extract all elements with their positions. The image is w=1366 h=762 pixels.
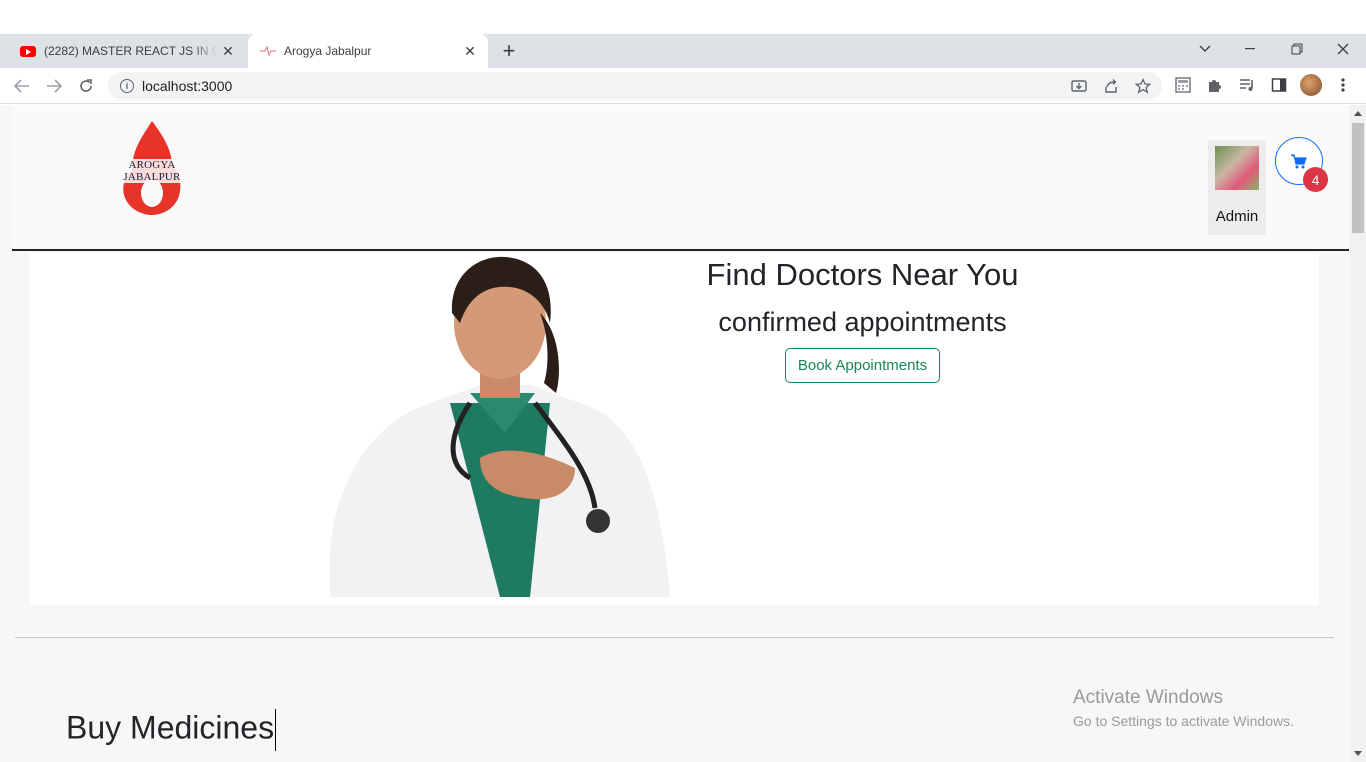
hero-subtitle: confirmed appointments (718, 307, 1007, 337)
site-header: AROGYA JABALPUR Admin 4 (12, 105, 1349, 251)
tab-bar: (2282) MASTER REACT JS IN ONE VIDEO ✕ Ar… (0, 34, 1366, 68)
restore-icon[interactable] (1274, 34, 1320, 64)
arogya-favicon (260, 43, 276, 59)
menu-kebab-icon[interactable] (1332, 74, 1354, 96)
profile-avatar[interactable] (1300, 74, 1322, 96)
new-tab-plus-icon[interactable]: + (498, 38, 520, 63)
address-bar: i localhost:3000 (0, 68, 1366, 104)
install-app-icon[interactable] (1068, 75, 1090, 97)
media-queue-icon[interactable] (1236, 74, 1258, 96)
scroll-down-arrow-icon[interactable] (1354, 751, 1362, 756)
site-info-icon[interactable]: i (120, 79, 134, 93)
url-field[interactable]: i localhost:3000 (108, 72, 1162, 100)
tab-title: (2282) MASTER REACT JS IN ONE VIDEO (44, 44, 218, 58)
hero-text: Find Doctors Near You confirmed appointm… (680, 253, 1045, 383)
page-viewport: AROGYA JABALPUR Admin 4 Find Doctors Nea… (0, 105, 1350, 762)
arogya-logo[interactable]: AROGYA JABALPUR (102, 119, 202, 215)
doctor-image (330, 256, 670, 597)
cart-icon (1291, 153, 1307, 168)
logo-text: AROGYA JABALPUR (102, 159, 202, 183)
cart-count-badge: 4 (1303, 167, 1328, 192)
close-icon[interactable]: ✕ (460, 41, 480, 61)
tab-arogya[interactable]: Arogya Jabalpur ✕ (248, 34, 488, 68)
buy-medicines-text: Buy Medicines (66, 709, 275, 746)
activate-windows-watermark: Activate Windows Go to Settings to activ… (1073, 687, 1294, 729)
close-icon[interactable]: ✕ (218, 41, 238, 61)
tab-title: Arogya Jabalpur (284, 44, 372, 58)
youtube-icon (20, 43, 36, 59)
admin-profile[interactable]: Admin (1208, 140, 1266, 235)
section-divider (15, 637, 1334, 638)
side-panel-icon[interactable] (1268, 74, 1290, 96)
back-arrow-icon[interactable] (10, 74, 34, 98)
book-appointments-button[interactable]: Book Appointments (784, 348, 941, 383)
watermark-line1: Activate Windows (1073, 687, 1223, 708)
window-close-icon[interactable] (1320, 34, 1366, 64)
scrollbar-thumb[interactable] (1352, 123, 1364, 233)
minimize-icon[interactable] (1228, 34, 1274, 64)
share-icon[interactable] (1100, 75, 1122, 97)
url-text: localhost:3000 (142, 78, 233, 94)
tab-search-chevron-icon[interactable] (1182, 34, 1228, 64)
text-caret (275, 709, 277, 751)
bookmark-star-icon[interactable] (1132, 75, 1154, 97)
admin-avatar (1215, 146, 1259, 190)
hero-title: Find Doctors Near You (706, 257, 1019, 292)
watermark-line2: Go to Settings to activate Windows. (1073, 713, 1294, 729)
calculator-extension-icon[interactable] (1172, 74, 1194, 96)
reload-icon[interactable] (74, 74, 98, 98)
buy-medicines-heading: Buy Medicines (66, 709, 277, 751)
forward-arrow-icon[interactable] (42, 74, 66, 98)
hero-banner: Find Doctors Near You confirmed appointm… (30, 253, 1319, 605)
page-scrollbar[interactable] (1350, 105, 1366, 762)
admin-label: Admin (1215, 208, 1259, 225)
scroll-up-arrow-icon[interactable] (1354, 111, 1362, 116)
title-strip (0, 0, 1366, 34)
tab-youtube[interactable]: (2282) MASTER REACT JS IN ONE VIDEO ✕ (8, 34, 246, 68)
extensions-puzzle-icon[interactable] (1204, 74, 1226, 96)
